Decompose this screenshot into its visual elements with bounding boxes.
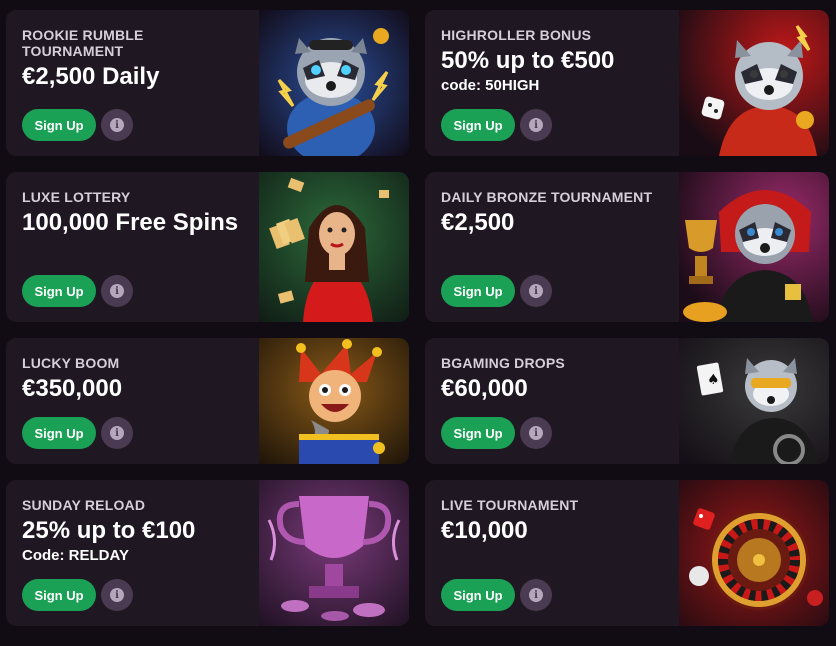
promo-amount: 25% up to €100 [22,517,196,544]
promo-amount: €2,500 [441,209,515,236]
promotions-grid: ROOKIE RUMBLE TOURNAMENT €2,500 Daily Si… [6,10,829,626]
promo-code: code: 50HIGH [441,77,540,94]
sign-up-button[interactable]: Sign Up [441,579,515,611]
promo-card-bgaming-drops: ♠ BGAMING DROPS €60,000 Sign Up i [425,338,829,464]
info-icon: i [529,284,543,298]
promo-title: LUXE LOTTERY [22,189,131,205]
info-icon: i [110,426,124,440]
raccoon-motorbike-illustration: ♠ [679,338,829,464]
promo-card-luxe-lottery: LUXE LOTTERY 100,000 Free Spins Sign Up … [6,172,409,322]
info-button[interactable]: i [101,417,133,449]
promo-title: LUCKY BOOM [22,355,120,371]
promo-title: HIGHROLLER BONUS [441,27,592,43]
promo-card-sunday-reload: SUNDAY RELOAD 25% up to €100 Code: RELDA… [6,480,409,626]
jester-box-illustration [259,338,409,464]
sign-up-button[interactable]: Sign Up [441,109,515,141]
promo-card-live-tournament: LIVE TOURNAMENT €10,000 Sign Up i [425,480,829,626]
promo-amount: 100,000 Free Spins [22,209,239,236]
info-button[interactable]: i [101,275,133,307]
promo-amount: €10,000 [441,517,528,544]
promo-card-rookie-rumble: ROOKIE RUMBLE TOURNAMENT €2,500 Daily Si… [6,10,409,156]
sign-up-button[interactable]: Sign Up [441,417,515,449]
woman-red-dress-illustration [259,172,409,322]
sign-up-button[interactable]: Sign Up [22,417,96,449]
info-button[interactable]: i [101,579,133,611]
promo-card-daily-bronze: DAILY BRONZE TOURNAMENT €2,500 Sign Up i [425,172,829,322]
promo-amount: €2,500 Daily [22,63,160,90]
svg-text:♠: ♠ [707,372,720,388]
promo-title: SUNDAY RELOAD [22,497,146,513]
info-button[interactable]: i [520,109,552,141]
promo-title: BGAMING DROPS [441,355,565,371]
info-icon: i [529,118,543,132]
raccoon-dice-illustration [679,10,829,156]
raccoon-trophy-illustration [679,172,829,322]
info-icon: i [110,588,124,602]
pink-trophy-illustration [259,480,409,626]
promo-title: ROOKIE RUMBLE TOURNAMENT [22,27,144,59]
info-icon: i [529,426,543,440]
promo-title: LIVE TOURNAMENT [441,497,579,513]
sign-up-button[interactable]: Sign Up [22,109,96,141]
promo-card-highroller-bonus: HIGHROLLER BONUS 50% up to €500 code: 50… [425,10,829,156]
raccoon-guitar-illustration [259,10,409,156]
info-icon: i [110,118,124,132]
sign-up-button[interactable]: Sign Up [441,275,515,307]
sign-up-button[interactable]: Sign Up [22,275,96,307]
promo-amount: 50% up to €500 [441,47,615,74]
sign-up-button[interactable]: Sign Up [22,579,96,611]
info-button[interactable]: i [520,579,552,611]
info-button[interactable]: i [520,275,552,307]
promo-amount: €350,000 [22,375,123,402]
info-icon: i [110,284,124,298]
promo-amount: €60,000 [441,375,528,402]
promo-title: DAILY BRONZE TOURNAMENT [441,189,653,205]
info-button[interactable]: i [101,109,133,141]
info-button[interactable]: i [520,417,552,449]
roulette-wheel-illustration [679,480,829,626]
promo-code: Code: RELDAY [22,547,129,564]
info-icon: i [529,588,543,602]
promo-card-lucky-boom: LUCKY BOOM €350,000 Sign Up i [6,338,409,464]
